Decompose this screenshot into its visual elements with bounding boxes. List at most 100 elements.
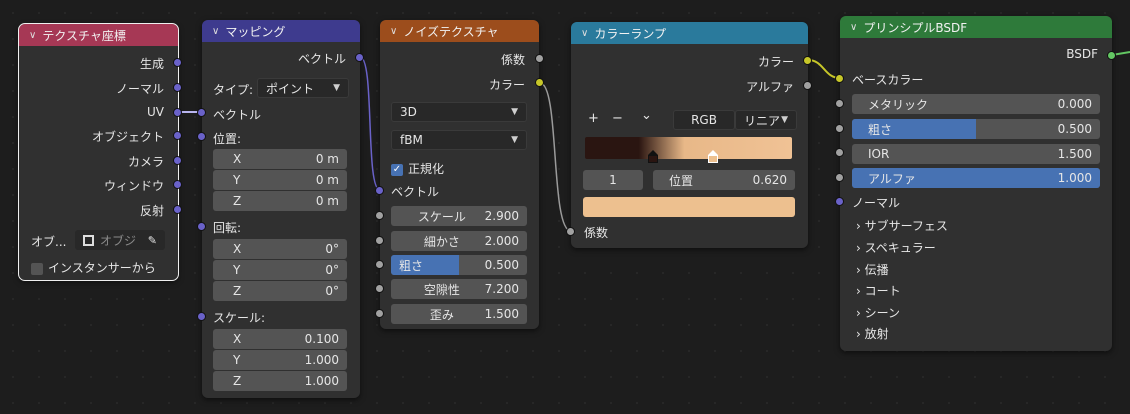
bsdf-input-normal: ノーマル — [852, 196, 901, 210]
panel-subsurface[interactable]: › サブサーフェス — [856, 217, 948, 234]
socket-object[interactable] — [173, 131, 182, 140]
panel-sheen[interactable]: › シーン — [856, 304, 900, 321]
mapping-socket-out-vector[interactable] — [355, 53, 364, 62]
noise-lacunarity-field[interactable]: 空隙性 7.200 — [391, 279, 527, 299]
texcoord-header[interactable]: ∨ テクスチャ座標 — [19, 24, 178, 46]
mapping-type-value: ポイント — [266, 81, 315, 96]
noise-roughness-field[interactable]: 粗さ 0.500 — [391, 255, 527, 275]
panel-coat[interactable]: › コート — [856, 282, 901, 299]
from-instancer-toggle[interactable]: インスタンサーから — [31, 259, 156, 276]
location-z-field[interactable]: Z 0 m — [213, 191, 347, 211]
color-ramp-node[interactable]: ∨ カラーランプ カラー アルファ + − ⌄ RGB リニア ▼ 1 位置 0.… — [571, 22, 808, 248]
eyedropper-icon[interactable]: ✎ — [148, 234, 157, 247]
noise-distortion-field[interactable]: 歪み 1.500 — [391, 304, 527, 324]
noise-socket-in-scale[interactable] — [375, 211, 384, 220]
bsdf-socket-in-normal[interactable] — [835, 197, 844, 206]
noise-scale-field[interactable]: スケール 2.900 — [391, 206, 527, 226]
bsdf-socket-in-ior[interactable] — [835, 148, 844, 157]
normalize-checkbox[interactable]: ✓ — [391, 163, 403, 176]
mapping-type-select[interactable]: ポイント ▼ — [257, 78, 349, 98]
ramp-mode-select[interactable]: RGB — [673, 110, 735, 130]
noise-socket-in-lacunarity[interactable] — [375, 284, 384, 293]
bsdf-roughness-field[interactable]: 粗さ 0.500 — [852, 119, 1100, 139]
noise-detail-field[interactable]: 細かさ 2.000 — [391, 231, 527, 251]
noise-dimensions-select[interactable]: 3D ▼ — [391, 102, 527, 122]
noise-socket-in-vector[interactable] — [375, 186, 384, 195]
bsdf-socket-in-metallic[interactable] — [835, 99, 844, 108]
ramp-interp-select[interactable]: リニア ▼ — [735, 110, 797, 130]
scale-x-field[interactable]: X 0.100 — [213, 329, 347, 349]
ramp-header[interactable]: ∨ カラーランプ — [571, 22, 808, 44]
collapse-chevron-icon[interactable]: ∨ — [212, 26, 219, 37]
texture-coordinate-node[interactable]: ∨ テクスチャ座標 生成 ノーマル UV オブジェクト カメラ ウィンドウ 反射… — [18, 23, 179, 281]
ramp-menu-button[interactable]: ⌄ — [641, 108, 652, 123]
wire-noise-to-ramp — [539, 82, 572, 232]
socket-window[interactable] — [173, 180, 182, 189]
collapse-chevron-icon[interactable]: ∨ — [581, 28, 588, 39]
collapse-chevron-icon[interactable]: ∨ — [390, 26, 397, 37]
bsdf-metallic-field[interactable]: メタリック 0.000 — [852, 94, 1100, 114]
mapping-header[interactable]: ∨ マッピング — [202, 20, 360, 42]
location-y-field[interactable]: Y 0 m — [213, 170, 347, 190]
noise-lacunarity-value: 7.200 — [484, 282, 519, 296]
noise-texture-node[interactable]: ∨ ノイズテクスチャ 係数 カラー 3D ▼ fBM ▼ ✓ 正規化 ベクトル ス… — [380, 20, 539, 329]
bsdf-alpha-label: アルファ — [868, 171, 916, 186]
socket-normal[interactable] — [173, 83, 182, 92]
mapping-socket-in-vector[interactable] — [197, 108, 206, 117]
bsdf-alpha-field[interactable]: アルファ 1.000 — [852, 168, 1100, 188]
remove-stop-button[interactable]: − — [612, 111, 623, 126]
noise-type-value: fBM — [400, 133, 423, 147]
ramp-socket-in-fac[interactable] — [566, 227, 575, 236]
bsdf-socket-in-roughness[interactable] — [835, 124, 844, 133]
noise-socket-in-detail[interactable] — [375, 236, 384, 245]
scale-y-field[interactable]: Y 1.000 — [213, 350, 347, 370]
noise-socket-out-fac[interactable] — [535, 54, 544, 63]
panel-transmission[interactable]: › 伝播 — [856, 261, 889, 278]
noise-header[interactable]: ∨ ノイズテクスチャ — [380, 20, 539, 42]
noise-type-select[interactable]: fBM ▼ — [391, 130, 527, 150]
socket-reflection[interactable] — [173, 205, 182, 214]
mapping-node[interactable]: ∨ マッピング ベクトル タイプ: ポイント ▼ ベクトル 位置: X 0 m Y… — [202, 20, 360, 398]
ramp-position-field[interactable]: 位置 0.620 — [653, 170, 795, 190]
collapse-chevron-icon[interactable]: ∨ — [29, 30, 36, 41]
mapping-output-vector: ベクトル — [297, 52, 346, 66]
location-x-field[interactable]: X 0 m — [213, 149, 347, 169]
rotation-y-field[interactable]: Y 0° — [213, 260, 347, 280]
mapping-socket-rotation[interactable] — [197, 222, 206, 231]
bsdf-header[interactable]: ∨ プリンシプルBSDF — [840, 16, 1112, 38]
ramp-socket-out-alpha[interactable] — [803, 81, 812, 90]
socket-uv[interactable] — [173, 108, 182, 117]
ramp-title: カラーランプ — [594, 26, 666, 41]
bsdf-socket-out-bsdf[interactable] — [1107, 51, 1116, 60]
rotation-x-field[interactable]: X 0° — [213, 239, 347, 259]
collapse-chevron-icon[interactable]: ∨ — [850, 22, 857, 33]
socket-camera[interactable] — [173, 156, 182, 165]
noise-socket-in-distortion[interactable] — [375, 309, 384, 318]
object-placeholder: オブジ — [100, 233, 137, 248]
location-z-value: 0 m — [315, 194, 339, 208]
socket-generated[interactable] — [173, 58, 182, 67]
ramp-stop-1[interactable] — [708, 150, 718, 163]
mapping-socket-scale[interactable] — [197, 312, 206, 321]
panel-specular[interactable]: › スペキュラー — [856, 239, 936, 256]
bsdf-socket-in-alpha[interactable] — [835, 173, 844, 182]
color-ramp-gradient[interactable] — [585, 137, 792, 159]
principled-bsdf-node[interactable]: ∨ プリンシプルBSDF BSDF ベースカラー メタリック 0.000 粗さ 0.… — [840, 16, 1112, 351]
from-instancer-checkbox[interactable] — [31, 262, 43, 275]
normalize-toggle[interactable]: ✓ 正規化 — [391, 160, 444, 177]
ramp-stop-0[interactable] — [648, 150, 658, 163]
rotation-x-axis: X — [233, 242, 242, 256]
noise-socket-out-color[interactable] — [535, 78, 544, 87]
object-picker[interactable]: オブジ ✎ — [75, 230, 165, 250]
mapping-socket-location[interactable] — [197, 132, 206, 141]
ramp-stop-index-field[interactable]: 1 — [583, 170, 643, 190]
panel-emission[interactable]: › 放射 — [856, 325, 889, 342]
ramp-stop-color-swatch[interactable] — [583, 197, 795, 217]
noise-socket-in-roughness[interactable] — [375, 260, 384, 269]
rotation-z-field[interactable]: Z 0° — [213, 281, 347, 301]
scale-z-field[interactable]: Z 1.000 — [213, 371, 347, 391]
ramp-socket-out-color[interactable] — [803, 56, 812, 65]
add-stop-button[interactable]: + — [588, 111, 599, 126]
bsdf-socket-in-base-color[interactable] — [835, 74, 844, 83]
bsdf-ior-field[interactable]: IOR 1.500 — [852, 144, 1100, 164]
